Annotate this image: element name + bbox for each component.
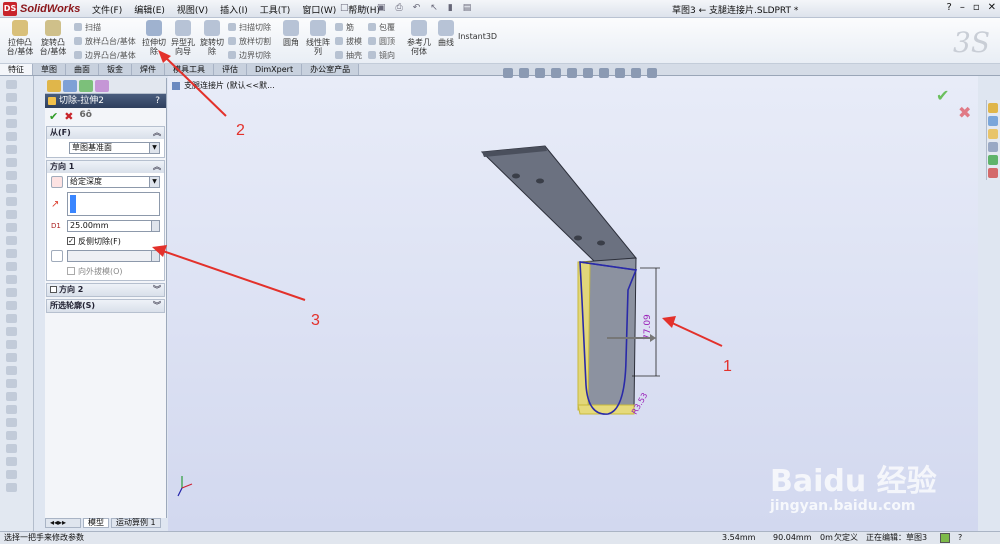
handle-arrow-icon	[650, 334, 656, 342]
arrowhead-icon	[662, 316, 676, 328]
hole-icon	[536, 178, 544, 184]
annotation-number-3: 3	[311, 312, 320, 329]
annotation-arrow-2	[162, 54, 227, 117]
preview-bottom-face	[577, 404, 635, 415]
annotation-number-1: 1	[723, 358, 732, 375]
annotation-arrow-3	[159, 249, 306, 301]
hole-icon	[597, 240, 605, 246]
status-y: 90.04mm	[773, 533, 812, 542]
triad-x-axis	[181, 483, 193, 489]
status-editing: 正在编辑：草图3	[866, 533, 928, 542]
annotation-arrow-1	[669, 321, 723, 347]
triad-z-axis	[177, 487, 183, 497]
status-z: 0m	[820, 533, 833, 542]
rebuild-status-icon[interactable]	[940, 533, 950, 543]
arrowhead-icon	[152, 245, 167, 257]
status-x: 3.54mm	[722, 533, 756, 542]
status-message: 选择一把手来修改参数	[4, 533, 84, 542]
top-plate[interactable]	[480, 145, 637, 263]
hole-icon	[512, 173, 520, 179]
hole-icon	[574, 235, 582, 241]
status-state: 欠定义	[834, 533, 858, 542]
help-status-icon[interactable]: ?	[958, 532, 962, 544]
annotation-number-2: 2	[236, 122, 245, 139]
baidu-watermark: Baidu 经验	[770, 464, 937, 499]
baidu-url: jingyan.baidu.com	[770, 498, 916, 514]
status-bar: 选择一把手来修改参数 3.54mm 90.04mm 0m 欠定义 正在编辑：草图…	[0, 531, 1000, 544]
